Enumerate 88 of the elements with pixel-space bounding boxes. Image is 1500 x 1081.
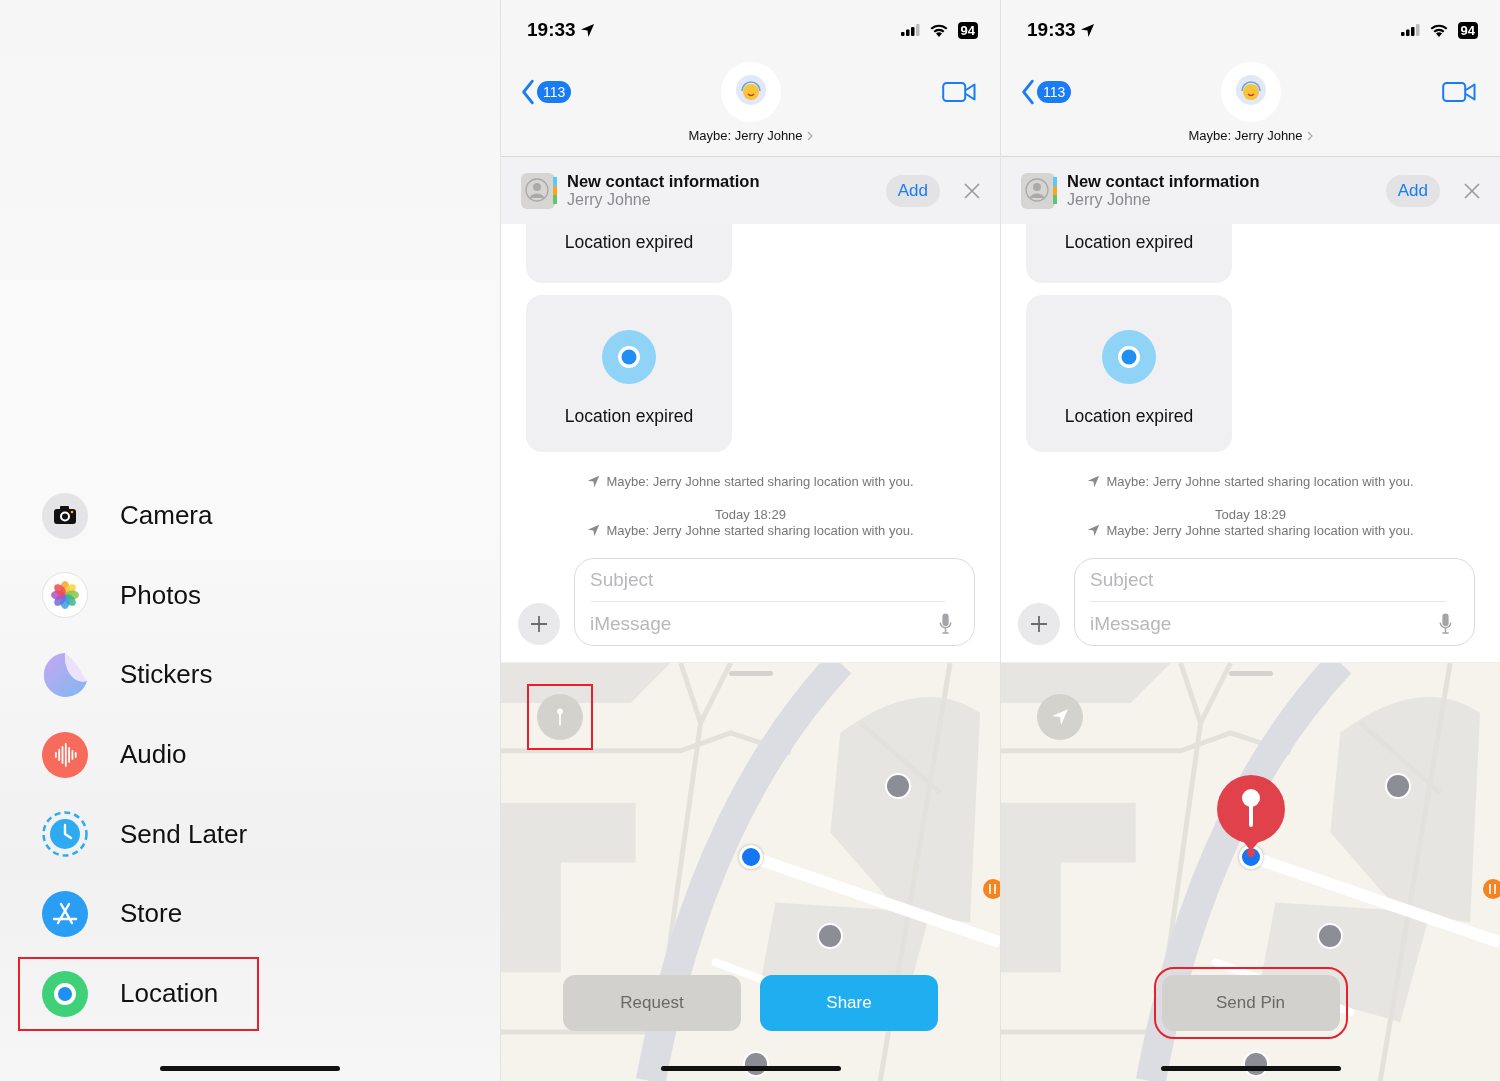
system-message: Maybe: Jerry Johne started sharing location with you. — [1106, 523, 1414, 538]
back-button[interactable]: 113 — [521, 79, 572, 105]
app-store-icon — [42, 890, 88, 937]
menu-item[interactable]: Stickers — [18, 635, 259, 715]
location-arrow-icon — [1087, 524, 1101, 537]
waveform-icon — [42, 731, 88, 778]
clock-icon — [42, 811, 88, 858]
map-poi-icon — [819, 925, 841, 947]
microphone-icon[interactable] — [939, 613, 952, 634]
subject-input[interactable]: Subject — [1090, 559, 1452, 601]
location-arrow-icon — [1087, 475, 1101, 488]
location-icon — [42, 970, 88, 1017]
video-camera-icon[interactable] — [942, 81, 976, 103]
map-poi-icon — [1387, 775, 1409, 797]
contact-name[interactable]: Maybe: Jerry Johne — [1188, 128, 1303, 143]
status-time: 19:33 — [527, 19, 576, 41]
wifi-icon — [1428, 22, 1449, 38]
system-message: Maybe: Jerry Johne started sharing location with you. — [606, 474, 914, 489]
sticker-icon — [42, 652, 88, 698]
add-attachment-button[interactable] — [1018, 603, 1060, 645]
battery-indicator: 94 — [957, 21, 978, 39]
wifi-icon — [928, 22, 949, 38]
grab-handle[interactable] — [1229, 671, 1273, 676]
back-button[interactable]: 113 — [1021, 79, 1072, 105]
location-arrow-icon — [1079, 22, 1095, 38]
location-arrow-icon — [587, 524, 601, 537]
message-bubble[interactable]: Location expired — [526, 295, 732, 452]
contacts-icon — [1021, 172, 1057, 209]
banner-subtitle: Jerry Johne — [567, 191, 652, 209]
subject-input[interactable]: Subject — [590, 559, 952, 601]
location-dot-icon — [1102, 330, 1156, 384]
avatar-icon[interactable] — [1220, 62, 1281, 122]
map-poi-icon — [887, 775, 909, 797]
message-text: Location expired — [1064, 232, 1194, 253]
message-field[interactable]: Subject iMessage — [574, 558, 975, 646]
plus-icon — [530, 615, 548, 633]
close-icon[interactable] — [1464, 182, 1480, 199]
camera-icon — [42, 492, 88, 539]
unread-count-badge: 113 — [537, 81, 572, 103]
timestamp: Today 18:29 — [715, 507, 786, 522]
signal-icon — [900, 24, 921, 36]
signal-icon — [1400, 24, 1421, 36]
status-time: 19:33 — [1027, 19, 1076, 41]
location-arrow-icon — [579, 22, 595, 38]
location-arrow-icon — [587, 475, 601, 488]
menu-item[interactable]: Camera — [18, 476, 259, 556]
location-dot-icon — [602, 330, 656, 384]
microphone-icon[interactable] — [1439, 613, 1452, 634]
timestamp: Today 18:29 — [1215, 507, 1286, 522]
message-bubble[interactable]: Location expired — [1026, 295, 1232, 452]
contact-name[interactable]: Maybe: Jerry Johne — [688, 128, 803, 143]
chevron-left-icon — [1021, 79, 1035, 105]
system-message: Maybe: Jerry Johne started sharing location with you. — [606, 523, 914, 538]
message-input[interactable]: iMessage — [1090, 612, 1439, 635]
banner-title: New contact information — [567, 172, 761, 191]
message-text: Location expired — [1064, 406, 1194, 427]
message-text: Location expired — [564, 232, 694, 253]
menu-item[interactable]: Store — [18, 873, 259, 954]
grab-handle[interactable] — [729, 671, 773, 676]
map-poi-icon — [1319, 925, 1341, 947]
system-message: Maybe: Jerry Johne started sharing location with you. — [1106, 474, 1414, 489]
map-pin-icon[interactable] — [1216, 775, 1286, 857]
action-button[interactable]: Request — [563, 975, 741, 1031]
message-text: Location expired — [564, 406, 694, 427]
close-icon[interactable] — [964, 182, 980, 199]
battery-indicator: 94 — [1457, 21, 1478, 39]
map-drawing[interactable] — [1001, 663, 1500, 1081]
video-camera-icon[interactable] — [1442, 81, 1476, 103]
banner-subtitle: Jerry Johne — [1067, 191, 1152, 209]
contacts-icon — [521, 172, 557, 209]
message-bubble[interactable]: Location expired — [1026, 224, 1232, 283]
chevron-right-icon — [806, 130, 813, 141]
avatar-icon[interactable] — [720, 62, 781, 122]
message-input[interactable]: iMessage — [590, 612, 939, 635]
banner-title: New contact information — [1067, 172, 1261, 191]
menu-item[interactable]: Location — [18, 956, 259, 1031]
menu-item[interactable]: Photos — [18, 555, 259, 636]
plus-icon — [1030, 615, 1048, 633]
menu-item[interactable]: Send Later — [18, 794, 259, 874]
unread-count-badge: 113 — [1037, 81, 1072, 103]
menu-item[interactable]: Audio — [18, 714, 259, 795]
message-field[interactable]: Subject iMessage — [1074, 558, 1475, 646]
message-bubble[interactable]: Location expired — [526, 224, 732, 283]
location-arrow-icon — [1051, 708, 1069, 726]
chevron-right-icon — [1306, 130, 1313, 141]
add-attachment-button[interactable] — [518, 603, 560, 645]
flower-icon — [42, 572, 88, 619]
chevron-left-icon — [521, 79, 535, 105]
